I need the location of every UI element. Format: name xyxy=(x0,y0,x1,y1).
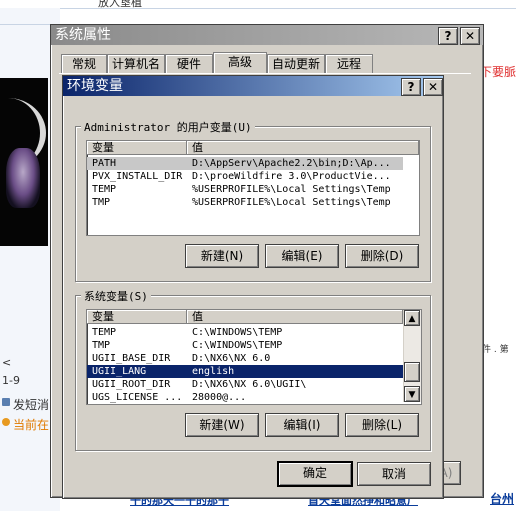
bg-sms-link[interactable]: 发短消 xyxy=(13,396,49,413)
system-variables-list[interactable]: 变量 值 TEMP C:\WINDOWS\TEMP TMP C:\WINDOWS… xyxy=(86,309,422,405)
sys-new-button[interactable]: 新建(W) xyxy=(185,413,259,437)
table-row-selected[interactable]: UGII_LANG english xyxy=(87,365,403,378)
tab-panel-edge xyxy=(59,73,471,74)
tab-general[interactable]: 常规 xyxy=(61,54,107,73)
sys-var-value: D:\NX6\NX 6.0 xyxy=(192,353,271,364)
user-new-button[interactable]: 新建(N) xyxy=(185,244,259,268)
system-properties-titlebar[interactable]: 系统属性 xyxy=(51,25,483,45)
system-variables-label: 系统变量(S) xyxy=(81,288,151,304)
table-row[interactable]: UGII_BASE_DIR D:\NX6\NX 6.0 xyxy=(87,352,403,365)
sys-col-variable[interactable]: 变量 xyxy=(87,310,187,324)
user-var-name: PVX_INSTALL_DIR xyxy=(92,171,183,182)
user-var-value: %USERPROFILE%\Local Settings\Temp xyxy=(192,197,391,208)
sys-var-name: TEMP xyxy=(92,327,117,338)
bg-dots-snippet: 件 . 第 xyxy=(482,345,509,355)
tab-computer-name[interactable]: 计算机名 xyxy=(107,54,165,73)
status-icon xyxy=(2,418,10,426)
sys-var-value: C:\WINDOWS\TEMP xyxy=(192,340,283,351)
table-row[interactable]: UGII_ROOT_DIR D:\NX6\NX 6.0\UGII\ xyxy=(87,378,403,391)
user-var-value: D:\proeWildfire 3.0\ProductVie... xyxy=(192,171,391,182)
tab-hardware[interactable]: 硬件 xyxy=(165,54,213,73)
scrollbar-thumb[interactable] xyxy=(404,362,420,382)
scroll-up-icon[interactable]: ▲ xyxy=(404,310,420,326)
tab-remote[interactable]: 远程 xyxy=(325,54,373,73)
scroll-down-icon[interactable]: ▼ xyxy=(404,386,420,402)
env-vars-title: 环境变量 xyxy=(67,78,123,94)
bg-x-mark: < xyxy=(2,356,12,369)
sys-delete-button[interactable]: 删除(L) xyxy=(345,413,419,437)
sys-var-name: UGII_BASE_DIR xyxy=(92,353,171,364)
table-row[interactable]: TEMP %USERPROFILE%\Local Settings\Temp xyxy=(87,183,419,196)
bg-top-snippet: 放入垦植 xyxy=(98,0,142,9)
env-cancel-button[interactable]: 取消 xyxy=(357,462,431,486)
table-row[interactable]: TMP %USERPROFILE%\Local Settings\Temp xyxy=(87,196,419,209)
sys-help-button[interactable]: ? xyxy=(438,27,458,45)
sys-var-value: english xyxy=(192,366,235,377)
sys-var-name: TMP xyxy=(92,340,111,351)
bg-avatar-image xyxy=(0,78,48,246)
user-variables-label: Administrator 的用户变量(U) xyxy=(81,119,255,135)
user-col-value[interactable]: 值 xyxy=(187,141,419,155)
tab-advanced[interactable]: 高级 xyxy=(213,52,267,73)
sys-close-button[interactable]: ✕ xyxy=(460,27,480,45)
user-edit-button[interactable]: 编辑(E) xyxy=(265,244,339,268)
user-var-value: D:\AppServ\Apache2.2\bin;D:\Ap... xyxy=(192,158,391,169)
sys-col-value[interactable]: 值 xyxy=(187,310,403,324)
sys-var-name: UGII_ROOT_DIR xyxy=(92,379,171,390)
bg-page-top xyxy=(0,0,516,9)
table-row[interactable]: TMP C:\WINDOWS\TEMP xyxy=(87,339,403,352)
bg-date: 1-9 xyxy=(2,374,20,387)
user-var-name: TMP xyxy=(92,197,111,208)
environment-variables-dialog: 环境变量 ? ✕ Administrator 的用户变量(U) 变量 值 PAT… xyxy=(62,75,444,499)
sys-var-value: C:\WINDOWS\TEMP xyxy=(192,327,283,338)
env-close-button[interactable]: ✕ xyxy=(423,78,443,96)
sms-icon xyxy=(2,398,10,406)
bg-current-label: 当前在 xyxy=(13,418,50,432)
system-properties-title: 系统属性 xyxy=(55,27,111,43)
sys-var-value: 28000@... xyxy=(192,392,247,403)
bg-right-snippet: 下要脈 xyxy=(480,65,516,79)
table-row[interactable]: PVX_INSTALL_DIR D:\proeWildfire 3.0\Prod… xyxy=(87,170,419,183)
user-delete-button[interactable]: 删除(D) xyxy=(345,244,419,268)
env-ok-button[interactable]: 确定 xyxy=(277,461,353,487)
user-var-value: %USERPROFILE%\Local Settings\Temp xyxy=(192,184,391,195)
sys-var-value: D:\NX6\NX 6.0\UGII\ xyxy=(192,379,307,390)
sys-edit-button[interactable]: 编辑(I) xyxy=(265,413,339,437)
env-vars-titlebar[interactable]: 环境变量 xyxy=(63,76,443,96)
user-var-name: PATH xyxy=(92,158,117,169)
user-col-variable[interactable]: 变量 xyxy=(87,141,187,155)
table-row[interactable]: TEMP C:\WINDOWS\TEMP xyxy=(87,326,403,339)
user-var-name: TEMP xyxy=(92,184,117,195)
system-variables-scrollbar[interactable]: ▲ ▼ xyxy=(403,310,421,402)
bg-bottom-link-3[interactable]: 台州 xyxy=(490,490,514,507)
tab-automatic-updates[interactable]: 自动更新 xyxy=(267,54,325,73)
sys-var-name: UGII_LANG xyxy=(92,366,147,377)
user-variables-list[interactable]: 变量 值 PATH D:\AppServ\Apache2.2\bin;D:\Ap… xyxy=(86,140,420,236)
table-row[interactable]: PATH D:\AppServ\Apache2.2\bin;D:\Ap... xyxy=(87,157,403,170)
env-help-button[interactable]: ? xyxy=(401,78,421,96)
table-row[interactable]: UGS_LICENSE ... 28000@... xyxy=(87,391,403,404)
sys-var-name: UGS_LICENSE ... xyxy=(92,392,183,403)
